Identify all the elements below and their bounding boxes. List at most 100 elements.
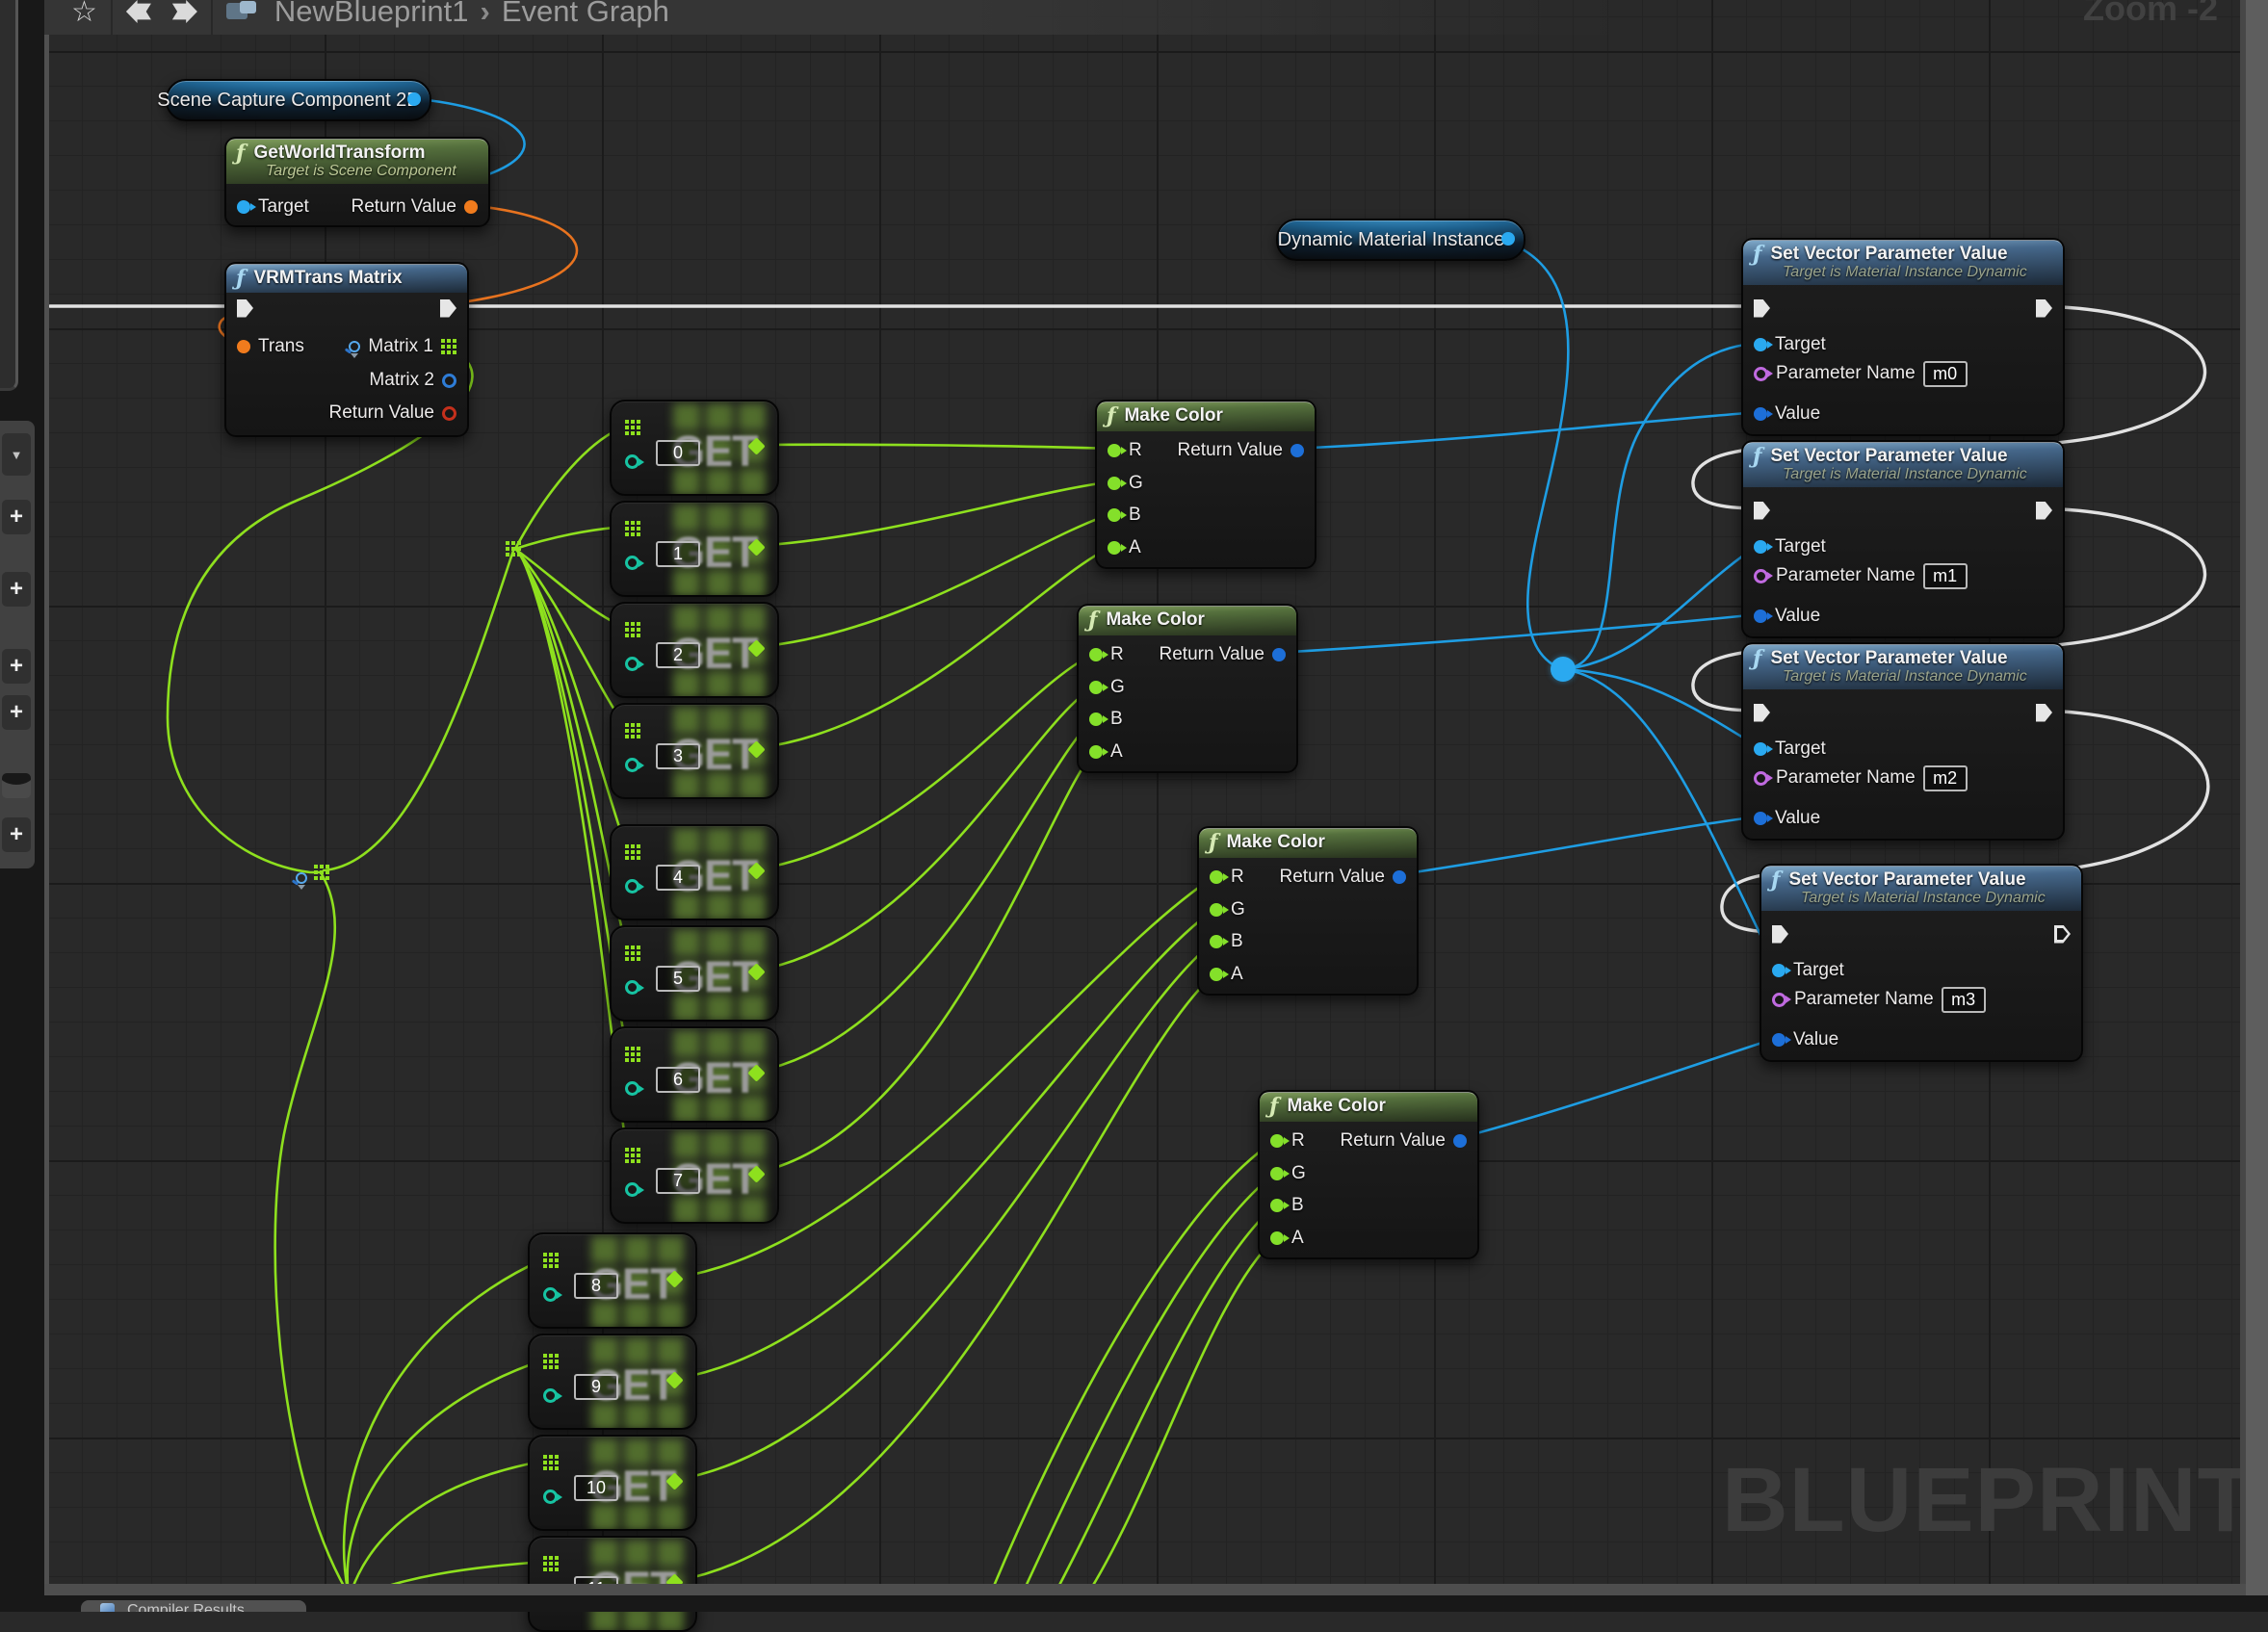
parameter-name-value-box[interactable]: m0 [1923,361,1968,387]
back-arrow-icon[interactable] [126,0,151,23]
function-node-set-vector-parameter-value[interactable]: ƒ Set Vector Parameter Value Target is M… [1741,440,2065,638]
get-array-node[interactable]: GET 1 [610,501,779,597]
index-value-box[interactable]: 8 [574,1273,618,1299]
variable-node-scene-capture[interactable]: Scene Capture Component 2D [166,79,431,121]
parameter-name-input-pin[interactable] [1754,367,1768,381]
return-value-output-pin[interactable] [1290,444,1304,457]
get-array-node[interactable]: GET 3 [610,703,779,799]
matrix1-array-output-pin[interactable] [441,339,456,354]
add-button[interactable]: + [2,572,31,607]
wire-array[interactable] [348,1360,545,1594]
array-input-pin[interactable] [625,844,640,860]
index-input-pin[interactable] [543,1388,558,1403]
get-array-node[interactable]: GET 9 [528,1334,697,1430]
wire-object[interactable] [1455,1038,1777,1139]
index-input-pin[interactable] [543,1490,558,1504]
add-button[interactable]: + [2,817,31,852]
parameter-name-input-pin[interactable] [1754,771,1768,786]
index-input-pin[interactable] [625,1182,639,1197]
wire-array[interactable] [275,874,349,1594]
array-input-pin[interactable] [625,521,640,536]
object-output-pin[interactable] [1501,232,1515,246]
function-node-make-color[interactable]: ƒ Make Color R Return Value G B [1077,604,1298,773]
array-reroute-node[interactable] [314,865,329,880]
object-output-pin[interactable] [407,92,421,106]
return-value-output-pin[interactable] [1453,1134,1467,1148]
exec-input-pin[interactable] [237,299,253,318]
target-input-pin[interactable] [237,200,250,214]
index-input-pin[interactable] [543,1287,558,1302]
index-value-box[interactable]: 2 [656,642,700,668]
trans-input-pin[interactable] [237,340,250,353]
a-input-pin[interactable] [1089,745,1103,759]
wire-object[interactable] [1292,412,1759,449]
exec-input-pin[interactable] [1754,704,1770,722]
wire-array[interactable] [344,1258,545,1594]
g-input-pin[interactable] [1108,477,1121,490]
add-button[interactable]: + [2,649,31,684]
function-node-make-color[interactable]: ƒ Make Color R Return Value G B [1197,826,1419,996]
get-array-node[interactable]: GET 5 [610,925,779,1022]
target-input-pin[interactable] [1772,964,1786,977]
wire-array[interactable] [324,551,513,870]
index-input-pin[interactable] [625,980,639,995]
value-input-pin[interactable] [1754,609,1767,623]
add-button[interactable]: + [2,695,31,730]
target-input-pin[interactable] [1754,742,1767,756]
parameter-name-value-box[interactable]: m2 [1923,765,1968,791]
index-value-box[interactable]: 10 [574,1475,618,1501]
wire-array[interactable] [756,686,1096,971]
index-input-pin[interactable] [625,1081,639,1096]
index-value-box[interactable]: 7 [656,1168,700,1194]
object-reroute-node[interactable] [1551,657,1576,682]
index-input-pin[interactable] [625,879,639,894]
index-input-pin[interactable] [625,454,639,469]
return-value-output-pin[interactable] [1393,870,1406,884]
index-value-box[interactable]: 5 [656,966,700,992]
wire-object[interactable] [1395,816,1759,875]
exec-output-pin[interactable] [2036,502,2052,520]
function-node-make-color[interactable]: ƒ Make Color R Return Value G B [1095,400,1316,569]
chevron-down-icon[interactable]: ▼ [2,433,31,476]
parameter-name-input-pin[interactable] [1772,993,1786,1007]
parameter-name-input-pin[interactable] [1754,569,1768,583]
get-array-node[interactable]: GET 10 [528,1435,697,1531]
get-array-node[interactable]: GET 7 [610,1127,779,1224]
zoom-to-fit-icon[interactable] [295,872,307,885]
a-input-pin[interactable] [1210,968,1223,981]
wire-object[interactable] [1493,238,1568,669]
array-input-pin[interactable] [543,1455,559,1470]
a-input-pin[interactable] [1108,541,1121,555]
return-value-output-pin[interactable] [464,200,478,214]
index-input-pin[interactable] [625,657,639,671]
function-node-set-vector-parameter-value[interactable]: ƒ Set Vector Parameter Value Target is M… [1741,642,2065,841]
index-value-box[interactable]: 9 [574,1374,618,1400]
b-input-pin[interactable] [1108,508,1121,522]
index-input-pin[interactable] [625,556,639,570]
index-value-box[interactable]: 3 [656,743,700,769]
g-input-pin[interactable] [1210,903,1223,917]
variable-node-dynamic-material-instance[interactable]: Dynamic Material Instance [1276,219,1525,261]
function-node-getworldtransform[interactable]: ƒ GetWorldTransform Target is Scene Comp… [224,137,490,227]
compiler-results-tab[interactable]: Compiler Results [81,1600,306,1612]
index-input-pin[interactable] [625,758,639,772]
index-value-box[interactable]: 0 [656,440,700,466]
forward-arrow-icon[interactable] [172,0,197,23]
wire-array[interactable] [756,717,1096,1072]
function-node-vrmtrans-matrix[interactable]: ƒ VRMTrans Matrix Trans Matrix 1 Matrix … [224,262,469,437]
value-input-pin[interactable] [1754,812,1767,825]
a-input-pin[interactable] [1270,1231,1284,1245]
target-input-pin[interactable] [1754,338,1767,351]
parameter-name-value-box[interactable]: m1 [1923,563,1968,589]
exec-input-pin[interactable] [1772,925,1788,944]
array-input-pin[interactable] [543,1556,559,1571]
add-button[interactable]: + [2,500,31,534]
g-input-pin[interactable] [1270,1167,1284,1180]
collapsed-category-icon[interactable] [2,773,31,798]
get-array-node[interactable]: GET 0 [610,400,779,496]
get-array-node[interactable]: GET 4 [610,824,779,920]
exec-output-pin[interactable] [2054,925,2071,944]
index-value-box[interactable]: 6 [656,1067,700,1093]
matrix2-output-pin[interactable] [442,374,456,388]
zoom-to-fit-icon[interactable] [348,341,360,353]
